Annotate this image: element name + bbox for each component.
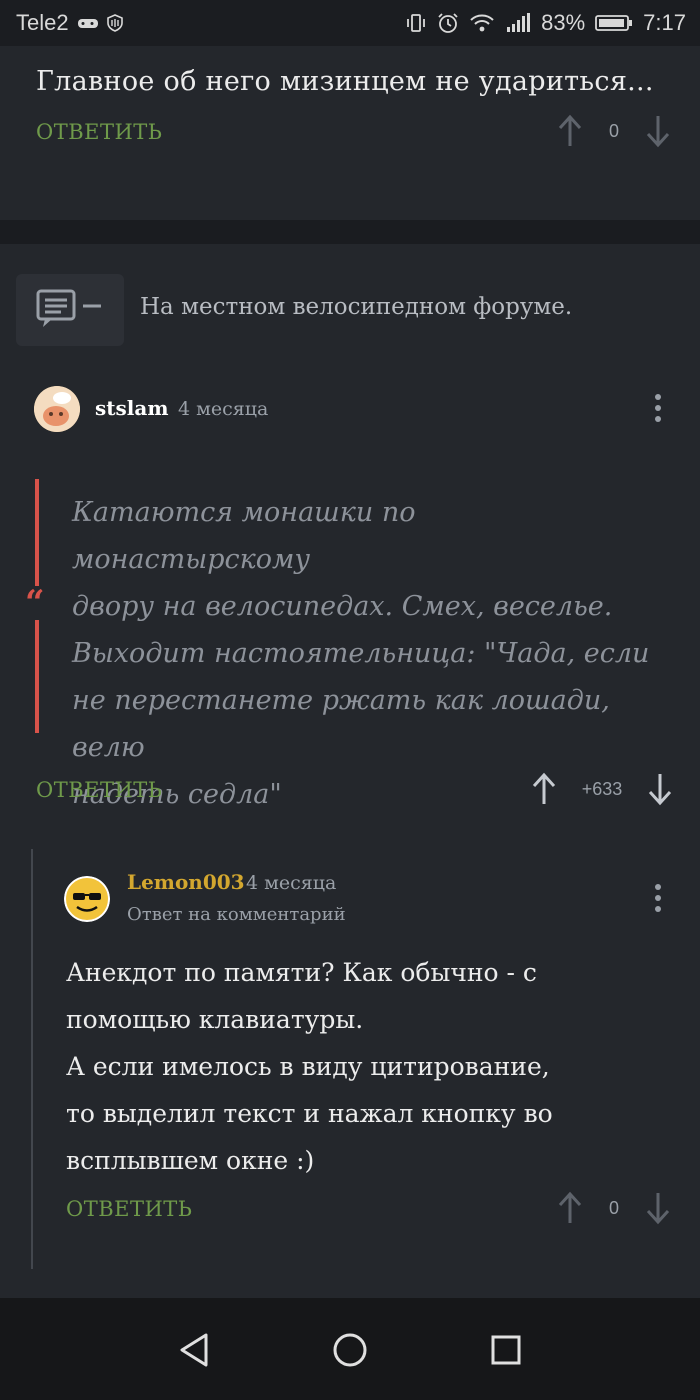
recents-icon[interactable]: [484, 1328, 528, 1372]
quote-icon: “: [25, 583, 45, 623]
home-icon[interactable]: [328, 1328, 372, 1372]
arrow-up-icon[interactable]: [556, 1191, 584, 1225]
back-icon[interactable]: [172, 1328, 216, 1372]
thread-line: [31, 849, 33, 1269]
alarm-icon: [437, 12, 459, 34]
status-bar: Tele2 83% 7:17: [0, 0, 700, 46]
reply-button[interactable]: ОТВЕТИТЬ: [36, 778, 162, 802]
quote-line: двору на велосипедах. Смех, веселье.: [72, 591, 613, 622]
navigation-bar: [0, 1298, 700, 1400]
signal-icon: [505, 13, 531, 33]
score-count: 0: [608, 1197, 619, 1218]
avatar[interactable]: [64, 876, 110, 922]
parent-post-title[interactable]: На местном велосипедном форуме.: [140, 294, 572, 320]
body-line: то выделил текст и нажал кнопку во: [66, 1099, 553, 1128]
body-line: Анекдот по памяти? Как обычно - с: [66, 958, 537, 987]
author-name[interactable]: stslam: [95, 396, 168, 420]
reply-button[interactable]: ОТВЕТИТЬ: [36, 120, 162, 144]
carrier-label: Tele2: [16, 10, 69, 35]
body-line: всплывшем окне :): [66, 1146, 315, 1175]
quote-line: не перестанете ржать как лошади, велю: [72, 685, 610, 763]
arrow-down-icon[interactable]: [644, 114, 672, 148]
comment-text: Главное об него мизинцем не удариться...: [36, 66, 654, 97]
arrow-down-icon[interactable]: [646, 772, 674, 806]
author-name[interactable]: Lemon003: [127, 870, 245, 894]
card-separator: [0, 220, 700, 244]
reply-button[interactable]: ОТВЕТИТЬ: [66, 1197, 192, 1221]
body-line: А если имелось в виду цитирование,: [66, 1052, 550, 1081]
quote-block: Катаются монашки по монастырскому двору …: [72, 489, 662, 818]
game-icon: [77, 15, 99, 31]
vote-controls: +633: [530, 772, 674, 806]
comment-icon: [35, 288, 105, 332]
comment-body: Анекдот по памяти? Как обычно - с помощь…: [66, 949, 626, 1184]
battery-percent: 83%: [541, 10, 586, 35]
quote-line: Выходит настоятельница: "Чада, если: [72, 638, 650, 669]
parent-link-button[interactable]: [16, 274, 124, 346]
score-count: +633: [581, 778, 623, 799]
avatar[interactable]: [34, 386, 80, 432]
reply-subtitle[interactable]: Ответ на комментарий: [127, 904, 346, 925]
comment-card-main: На местном велосипедном форуме. stslam 4…: [0, 244, 700, 1298]
arrow-up-icon[interactable]: [556, 114, 584, 148]
vote-controls: 0: [556, 114, 672, 148]
score-count: 0: [608, 120, 619, 141]
vote-controls: 0: [556, 1191, 672, 1225]
comment-time: 4 месяца: [178, 398, 269, 420]
battery-icon: [595, 13, 633, 33]
shield-icon: [106, 14, 123, 32]
arrow-up-icon[interactable]: [530, 772, 558, 806]
body-line: помощью клавиатуры.: [66, 1005, 364, 1034]
comment-time: 4 месяца: [246, 872, 337, 894]
quote-line: Катаются монашки по монастырскому: [72, 497, 416, 575]
more-icon[interactable]: [655, 884, 661, 912]
vibrate-icon: [405, 13, 427, 33]
more-icon[interactable]: [655, 394, 661, 422]
arrow-down-icon[interactable]: [644, 1191, 672, 1225]
clock: 7:17: [643, 10, 686, 35]
comment-card-top: Главное об него мизинцем не удариться...…: [0, 46, 700, 220]
wifi-icon: [469, 13, 495, 33]
